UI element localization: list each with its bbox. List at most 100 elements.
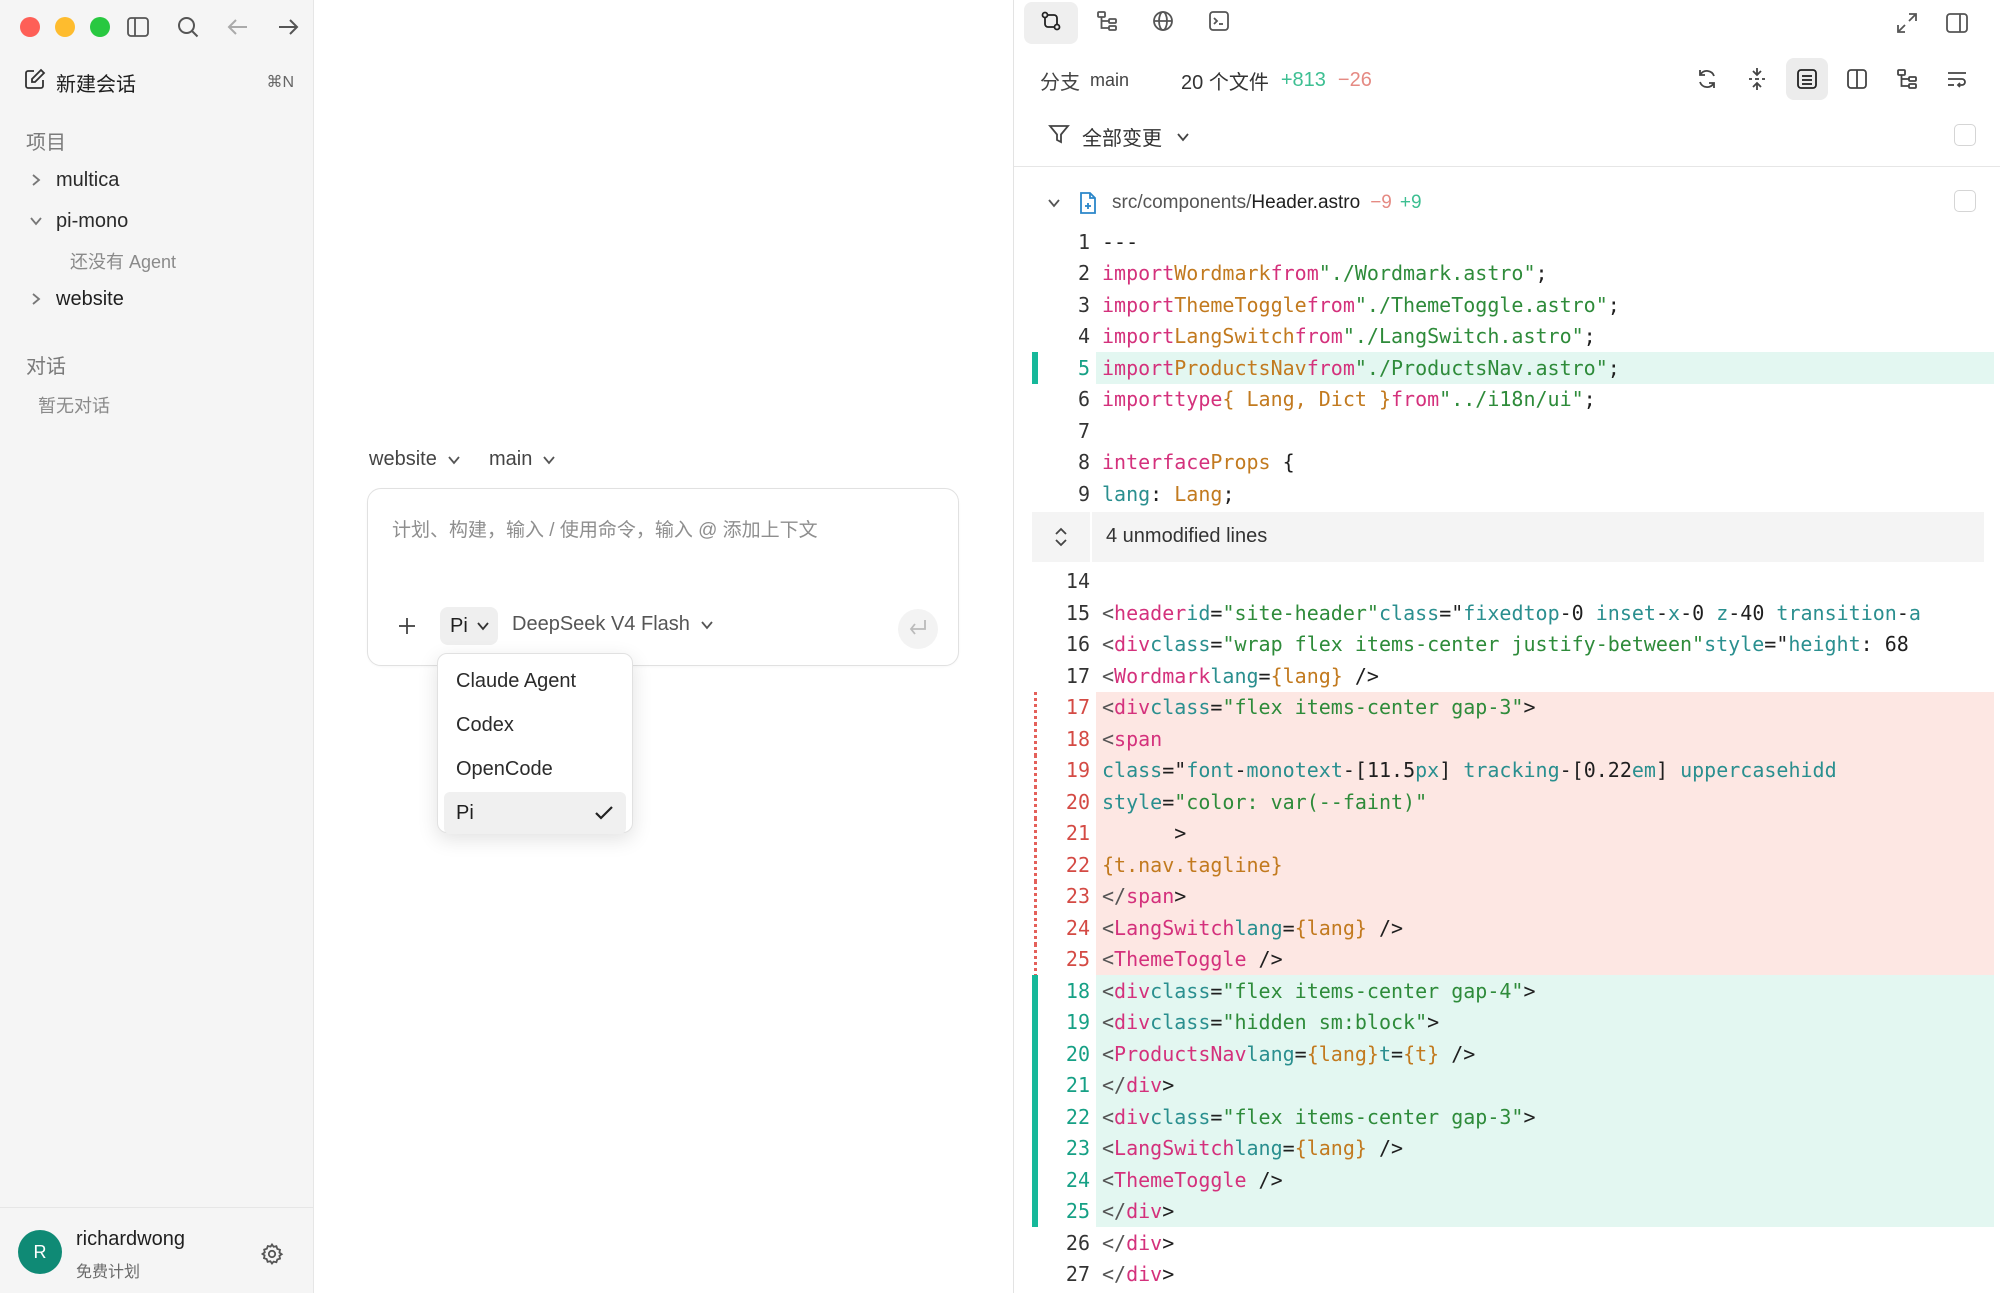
filter-label: 全部变更 <box>1082 128 1162 150</box>
line-code: import ProductsNav from "./ProductsNav.a… <box>1096 352 1994 384</box>
select-all-checkbox[interactable] <box>1954 124 1976 146</box>
tree-icon <box>1096 10 1118 37</box>
plus-icon[interactable] <box>394 613 420 639</box>
forward-arrow-icon[interactable] <box>274 13 302 41</box>
code-line: 25 < ThemeToggle /> <box>1032 943 1994 975</box>
line-number: 7 <box>1077 418 1090 443</box>
tab-browser[interactable] <box>1136 2 1190 44</box>
send-button[interactable] <box>898 609 938 649</box>
code-line: 27 </div > <box>1032 1259 1994 1291</box>
collapse-icon[interactable] <box>1736 58 1778 100</box>
user-profile[interactable]: R richardwong 免费计划 <box>0 1207 314 1293</box>
file-checkbox[interactable] <box>1954 190 1976 212</box>
diff-marker <box>1032 1038 1038 1070</box>
agent-option-label: OpenCode <box>456 757 553 780</box>
line-number: 18 <box>1065 978 1090 1003</box>
agent-option-codex[interactable]: Codex <box>444 704 626 746</box>
tab-files[interactable] <box>1080 2 1134 44</box>
code-line: 21 > <box>1032 817 1994 849</box>
diff-marker <box>1032 1069 1038 1101</box>
line-code: {t.nav.tagline} <box>1096 849 1994 881</box>
line-code: </div > <box>1096 1195 1994 1227</box>
total-deletions: −26 <box>1337 69 1372 91</box>
branch-selector[interactable]: main <box>489 448 556 471</box>
wrap-icon[interactable] <box>1936 58 1978 100</box>
line-code: style = "color: var(--faint)" <box>1096 786 1994 818</box>
split-view-icon[interactable] <box>1836 58 1878 100</box>
diff-marker <box>1032 597 1038 629</box>
minimize-window-button[interactable] <box>55 17 75 37</box>
expand-lines-icon <box>1032 511 1092 562</box>
agent-option-label: Codex <box>456 713 514 736</box>
diff-marker <box>1032 1259 1038 1291</box>
agent-option-claude[interactable]: Claude Agent <box>444 660 626 702</box>
project-item-multica[interactable]: multica <box>26 163 119 197</box>
line-code: > <box>1096 817 1994 849</box>
line-number: 9 <box>1077 481 1090 506</box>
line-code: lang: Lang; <box>1102 481 1235 506</box>
line-code: < LangSwitch lang = {lang} /> <box>1096 1132 1994 1164</box>
file-header[interactable]: src/components/Header.astro −9 +9 <box>1044 188 1422 218</box>
new-chat-button[interactable]: 新建会话 ⌘N <box>24 66 294 98</box>
diff-marker <box>1034 849 1037 881</box>
message-input[interactable]: 计划、构建，输入 / 使用命令，输入 @ 添加上下文 <box>392 515 818 542</box>
avatar: R <box>18 1230 62 1274</box>
gear-icon[interactable] <box>258 1240 286 1268</box>
project-item-pi-mono[interactable]: pi-mono <box>26 204 128 238</box>
line-code: </span > <box>1096 880 1994 912</box>
line-code: interface Props { <box>1102 450 1295 475</box>
expand-unmodified-lines[interactable]: 4 unmodified lines <box>1032 511 1984 562</box>
code-line: 6 import type { Lang, Dict } from "../i18… <box>1032 384 1994 416</box>
branch-label: 分支 <box>1040 72 1080 94</box>
project-item-website[interactable]: website <box>26 282 124 316</box>
code-diff: 1 --- 2 import Wordmark from "./Wordmark.as… <box>1032 226 1994 1293</box>
main-pane: website main 计划、构建，输入 / 使用命令，输入 @ 添加上下文 … <box>315 0 1013 1293</box>
tab-changes[interactable] <box>1024 2 1078 44</box>
code-line: 26 </div > <box>1032 1227 1994 1259</box>
code-line: 20 < ProductsNav lang = {lang} t = {t} /> <box>1032 1038 1994 1070</box>
conversations-section-label: 对话 <box>26 356 66 378</box>
sidebar: 新建会话 ⌘N 项目 multica pi-mono 还没有 Agent web… <box>0 0 314 1293</box>
refresh-icon[interactable] <box>1686 58 1728 100</box>
search-icon[interactable] <box>174 13 202 41</box>
code-line: 22 {t.nav.tagline} <box>1032 849 1994 881</box>
line-number: 15 <box>1065 600 1090 625</box>
code-line: 25 </div > <box>1032 1195 1994 1227</box>
chevron-down-icon <box>447 455 461 465</box>
agent-option-opencode[interactable]: OpenCode <box>444 748 626 790</box>
tree-view-icon[interactable] <box>1886 58 1928 100</box>
diff-marker <box>1032 1101 1038 1133</box>
line-number: 17 <box>1065 695 1090 720</box>
close-window-button[interactable] <box>20 17 40 37</box>
line-code: </div > <box>1102 1262 1175 1287</box>
line-number: 19 <box>1065 1010 1090 1035</box>
line-code: </div > <box>1102 1230 1175 1255</box>
agent-selector[interactable]: Pi <box>440 607 498 645</box>
message-composer[interactable]: 计划、构建，输入 / 使用命令，输入 @ 添加上下文 Pi DeepSeek V… <box>367 488 959 666</box>
line-code: < div class = "flex items-center gap-4" > <box>1096 975 1994 1007</box>
line-number: 24 <box>1065 1167 1090 1192</box>
zoom-window-button[interactable] <box>90 17 110 37</box>
new-chat-label: 新建会话 <box>56 73 136 96</box>
model-selector-label: DeepSeek V4 Flash <box>512 613 690 635</box>
line-number: 6 <box>1077 387 1090 412</box>
line-number: 1 <box>1077 229 1090 254</box>
line-code: < Wordmark lang = {lang} /> <box>1102 663 1379 688</box>
diff-marker <box>1034 754 1037 786</box>
project-selector[interactable]: website <box>369 448 461 471</box>
agent-option-pi[interactable]: Pi <box>444 792 626 834</box>
model-selector[interactable]: DeepSeek V4 Flash <box>512 613 714 636</box>
sidebar-toggle-icon[interactable] <box>124 13 152 41</box>
change-filter[interactable]: 全部变更 <box>1048 122 1190 151</box>
code-line: 14 <box>1032 566 1994 598</box>
back-arrow-icon[interactable] <box>224 13 252 41</box>
code-line: 9 lang: Lang; <box>1032 478 1994 510</box>
panel-icon[interactable] <box>1940 6 1974 40</box>
code-line: 20 style = "color: var(--faint)" <box>1032 786 1994 818</box>
unified-view-icon[interactable] <box>1786 58 1828 100</box>
diff-marker <box>1032 321 1038 353</box>
tab-terminal[interactable] <box>1192 2 1246 44</box>
expand-icon[interactable] <box>1890 6 1924 40</box>
code-line: 7 <box>1032 415 1994 447</box>
line-number: 8 <box>1077 450 1090 475</box>
